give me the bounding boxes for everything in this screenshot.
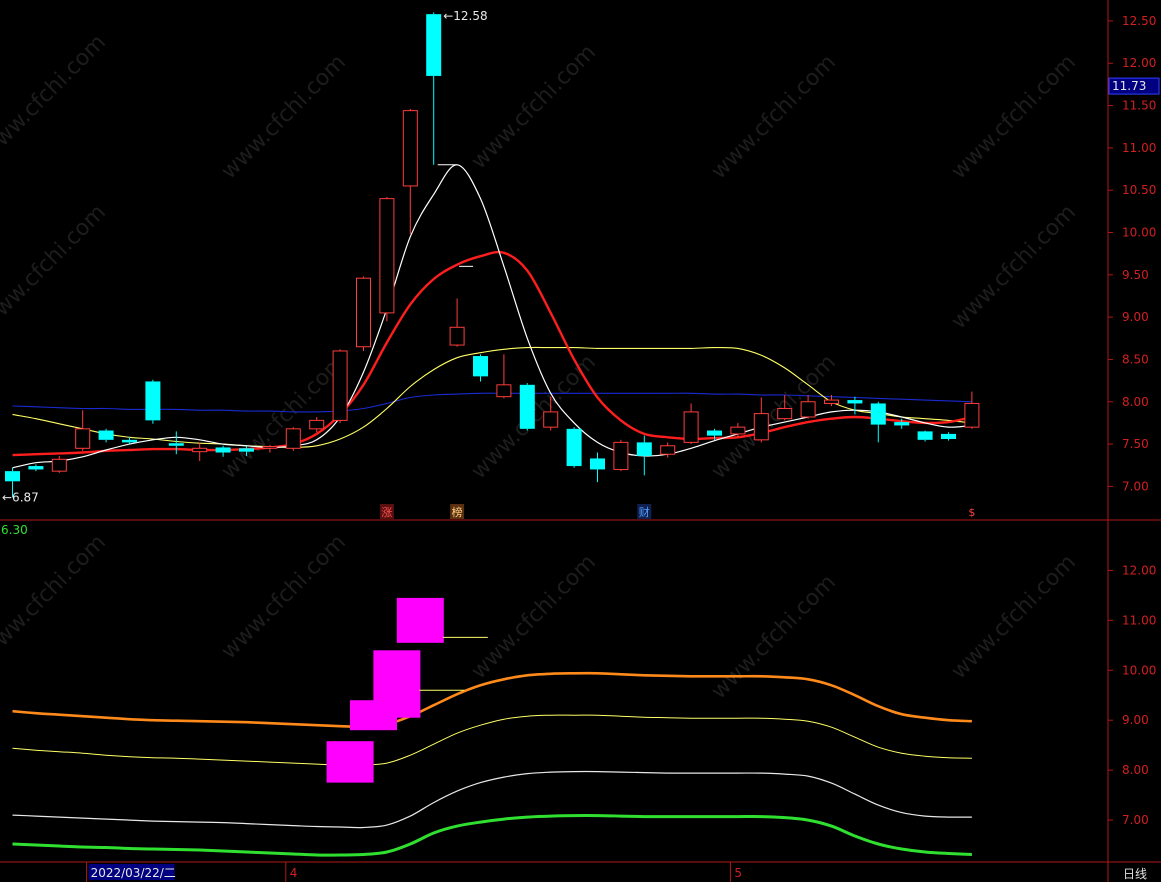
candle-body [941, 433, 956, 439]
sub-ytick-label: 9.00 [1122, 713, 1149, 727]
candle-body [145, 381, 161, 421]
sub-ytick-label: 10.00 [1122, 663, 1156, 677]
candle-body [75, 428, 91, 449]
candle-body [449, 326, 465, 346]
event-marker: 涨 [381, 506, 392, 519]
main-ytick-label: 11.50 [1122, 99, 1156, 113]
candle-body [730, 426, 746, 435]
candle-body [543, 411, 559, 428]
candle-body [824, 399, 839, 404]
main-ytick-label: 11.00 [1122, 141, 1156, 155]
signal-block [373, 650, 421, 718]
candle-body [496, 384, 512, 398]
candle-body [917, 431, 933, 440]
signal-block [396, 597, 444, 643]
signal-block [326, 741, 374, 783]
candle-body [894, 422, 910, 426]
candle-body [847, 400, 863, 404]
main-ytick-label: 8.00 [1122, 395, 1149, 409]
period-label[interactable]: 日线 [1109, 866, 1161, 882]
date-label: 4 [290, 866, 298, 880]
event-marker: 财 [639, 505, 650, 519]
candle-body [5, 471, 20, 482]
candle-body [707, 430, 722, 436]
candle-body [566, 428, 582, 467]
candle-body [168, 443, 184, 446]
candle-body [683, 411, 699, 443]
sub-ytick-label: 11.00 [1122, 613, 1156, 627]
candle-body [426, 14, 442, 76]
sub-value-label: 6.30 [1, 523, 28, 537]
candle-body [870, 403, 886, 425]
date-label: 2022/03/22/二 [91, 866, 176, 880]
candle-body [28, 466, 44, 470]
candle-body [285, 428, 301, 449]
candle-body [192, 447, 208, 453]
candle-body [309, 419, 325, 430]
candle-body [379, 198, 395, 314]
sub-ytick-label: 8.00 [1122, 763, 1149, 777]
current-price-label: 11.73 [1112, 79, 1146, 93]
candle-body [98, 430, 114, 440]
candle-body [262, 446, 278, 449]
candle-body [215, 447, 231, 453]
candle-body [964, 402, 980, 428]
event-marker: 榜 [452, 505, 463, 519]
main-ytick-label: 12.00 [1122, 56, 1156, 70]
candle-body [660, 445, 676, 455]
candle-body [239, 448, 254, 452]
event-marker: $ [968, 506, 975, 519]
main-ytick-label: 8.50 [1122, 352, 1149, 366]
low-annotation: ←6.87 [2, 490, 39, 504]
sub-ytick-label: 7.00 [1122, 813, 1149, 827]
main-ytick-label: 9.50 [1122, 268, 1149, 282]
main-ytick-label: 9.00 [1122, 310, 1149, 324]
candle-body [356, 277, 371, 348]
candle-body [332, 350, 348, 421]
candle-body [519, 384, 535, 429]
candle-body [800, 401, 816, 418]
high-annotation: ←12.58 [443, 9, 487, 23]
main-ytick-label: 10.00 [1122, 225, 1156, 239]
candle-body [122, 439, 137, 443]
main-ytick-label: 10.50 [1122, 183, 1156, 197]
candle-body [613, 441, 629, 470]
date-label: 5 [734, 866, 742, 880]
candle-body [590, 458, 605, 470]
candle-body [51, 458, 67, 472]
main-ytick-label: 12.50 [1122, 14, 1156, 28]
main-ytick-label: 7.50 [1122, 437, 1149, 451]
main-ytick-label: 7.00 [1122, 479, 1149, 493]
stock-chart[interactable]: www.cfchi.comwww.cfchi.com www.cfchi.com w… [0, 0, 1161, 882]
sub-ytick-label: 12.00 [1122, 563, 1156, 577]
candle-body [402, 110, 418, 187]
candle-body [636, 442, 652, 456]
candle-body [473, 356, 488, 377]
candle-body [753, 413, 769, 441]
candle-body [777, 408, 793, 420]
